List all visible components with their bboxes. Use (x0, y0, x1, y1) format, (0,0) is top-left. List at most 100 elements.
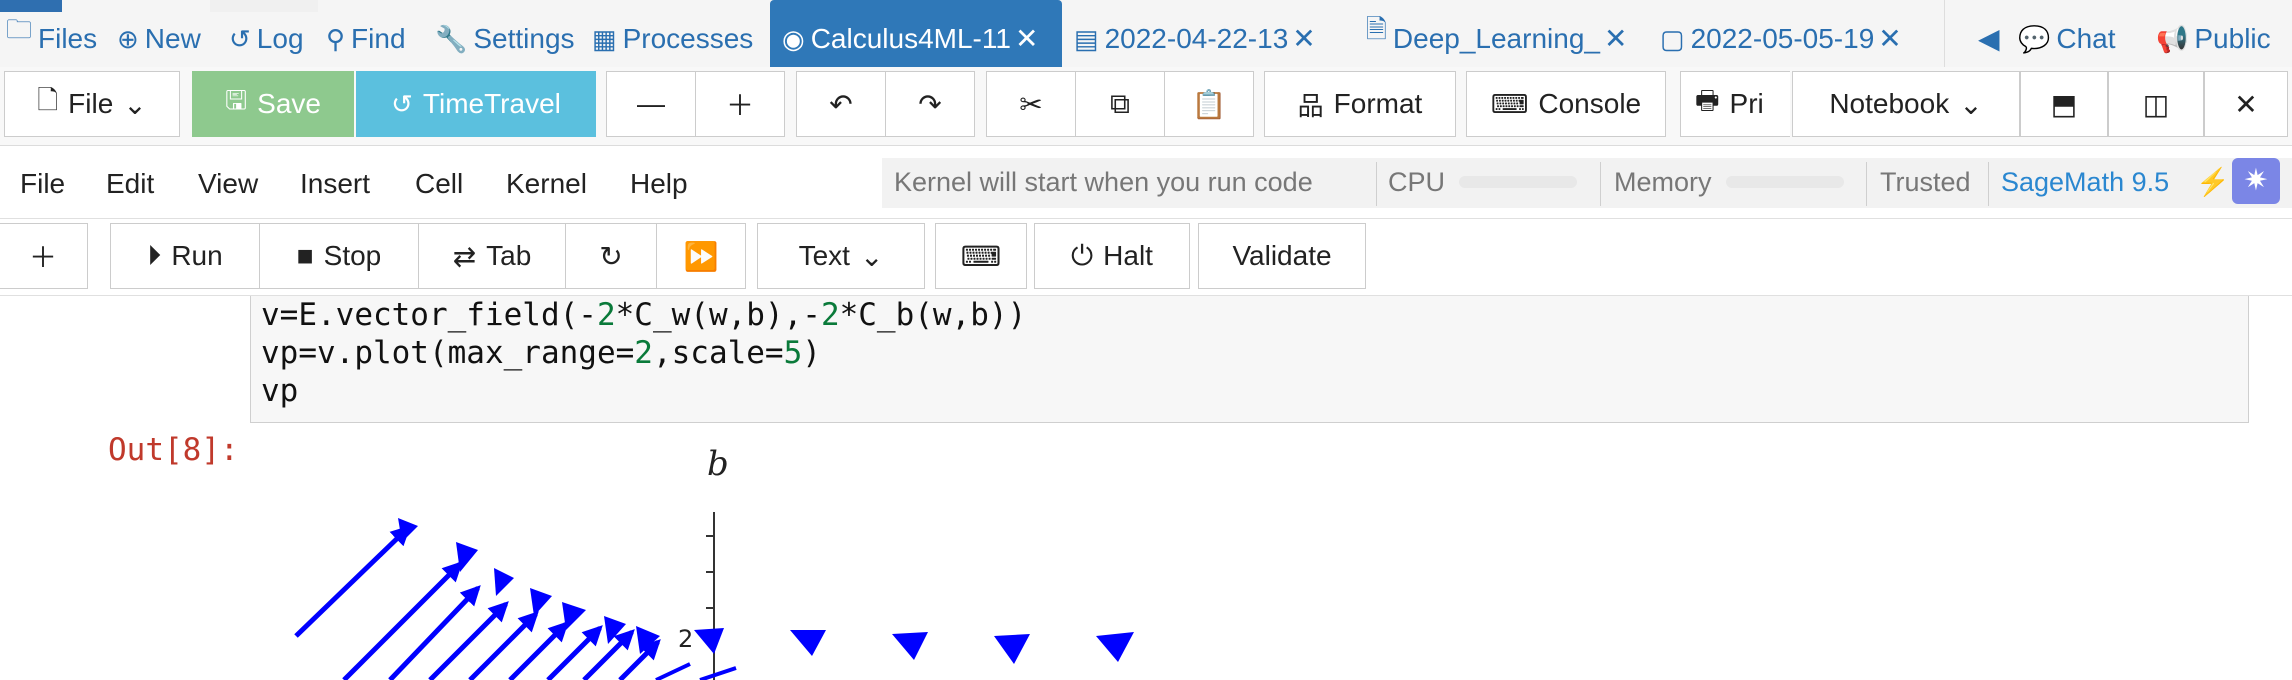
copy-button[interactable]: ⧉ (1075, 71, 1165, 137)
tab-file-1[interactable]: ▤ 2022-04-22-13 ✕ (1074, 0, 1316, 67)
timetravel-button[interactable]: ↺ TimeTravel (356, 71, 596, 137)
tab-find[interactable]: ⚲ Find (326, 0, 406, 67)
plus-icon: ＋ (28, 242, 57, 273)
tab-processes[interactable]: ▦ Processes (592, 0, 753, 67)
insert-cell-button[interactable]: ＋ (0, 223, 88, 289)
tab-file-2[interactable]: 🗎 Deep_Learning_ ✕ (1366, 0, 1627, 67)
code-token: *C_b(w,b)) (839, 297, 1027, 333)
tab-settings[interactable]: 🔧 Settings (435, 0, 575, 67)
halt-button[interactable]: ⏻ Halt (1034, 223, 1190, 289)
output-prompt: Out[8]: (108, 432, 239, 468)
code-cell-input[interactable]: v=E.vector_field(-2*C_w(w,b),-2*C_b(w,b)… (250, 296, 2249, 423)
restart-button[interactable]: ↻ (565, 223, 657, 289)
tab-processes-label: Processes (622, 23, 754, 54)
validate-button[interactable]: Validate (1198, 223, 1366, 289)
menu-help[interactable]: Help (630, 168, 688, 200)
zoom-in-button[interactable]: ＋ (695, 71, 785, 137)
close-icon[interactable]: ✕ (1292, 22, 1315, 55)
tab-file-3-label: 2022-05-05-19 (1690, 23, 1875, 54)
tab-log[interactable]: ↺ Log (229, 0, 304, 67)
kernel-name[interactable]: SageMath 9.5 (2001, 162, 2169, 202)
arrowhead (530, 588, 552, 616)
vector-field-plot: b 2 (294, 444, 1134, 680)
menu-kernel[interactable]: Kernel (506, 168, 587, 200)
trusted-status[interactable]: Trusted (1880, 162, 1971, 202)
sage-logo-icon: ✷ (2232, 158, 2280, 204)
keyboard-button[interactable]: ⌨ (935, 223, 1027, 289)
menu-edit[interactable]: Edit (106, 168, 154, 200)
run-button[interactable]: ⏵ Run (110, 223, 260, 289)
vector-arrow (655, 662, 691, 680)
paste-button[interactable]: 📋 (1164, 71, 1254, 137)
copy-icon: ⧉ (1110, 87, 1130, 119)
undo-button[interactable]: ↶ (796, 71, 886, 137)
tab-file-3[interactable]: ▢ 2022-05-05-19 ✕ (1660, 0, 1902, 67)
markdown-icon: ▤ (1074, 24, 1099, 54)
run-all-button[interactable]: ⏩ (656, 223, 746, 289)
format-button[interactable]: 品 Format (1264, 71, 1456, 137)
notebook-view-menu[interactable]: Notebook ⌄ (1792, 71, 2020, 137)
close-icon[interactable]: ✕ (1015, 22, 1038, 55)
arrowhead (398, 518, 418, 542)
pdf-icon: 🗎 (1366, 14, 1387, 44)
chat-button[interactable]: 💬 Chat (2018, 0, 2116, 67)
menu-file[interactable]: File (20, 168, 65, 200)
chat-label: Chat (2056, 23, 2116, 54)
cpu-meter: CPU (1388, 162, 1578, 202)
tab-button[interactable]: ⇄ Tab (418, 223, 566, 289)
notebook-label: Notebook (1829, 88, 1950, 119)
save-icon: 🖫 (225, 85, 248, 115)
jupyter-menu-bar: File Edit View Insert Cell Kernel Help K… (0, 146, 2292, 219)
code-number: 2 (634, 335, 653, 371)
validate-label: Validate (1232, 240, 1332, 271)
chevron-down-icon: ⌄ (123, 88, 147, 120)
zoom-out-button[interactable]: — (606, 71, 696, 137)
close-icon[interactable]: ✕ (1878, 22, 1901, 55)
cell-type-select[interactable]: Text ⌄ (757, 223, 925, 289)
tab-settings-label: Settings (473, 23, 575, 54)
memory-bar (1725, 176, 1844, 188)
tab-file-1-label: 2022-04-22-13 (1104, 23, 1289, 54)
plus-icon: ＋ (725, 90, 754, 121)
printer-icon: 🖶 (1695, 85, 1720, 115)
tab-files[interactable]: 🗀 Files (6, 0, 97, 67)
split-vertical-button[interactable]: ◫ (2108, 71, 2204, 137)
vector-arrows-lower (655, 662, 737, 680)
tab-active-notebook[interactable]: ◉ Calculus4ML-11 ✕ (770, 0, 1062, 67)
search-icon: ⚲ (326, 24, 346, 54)
menu-cell[interactable]: Cell (415, 168, 463, 200)
step-forward-icon: ⏵ (147, 239, 162, 271)
close-icon[interactable]: ✕ (1604, 22, 1627, 55)
divider (1988, 162, 1989, 206)
redo-button[interactable]: ↷ (885, 71, 975, 137)
memory-meter: Memory (1614, 162, 1844, 202)
stop-button[interactable]: ■ Stop (259, 223, 419, 289)
code-token: vp=v.plot(max_range= (261, 335, 635, 371)
format-label: Format (1333, 88, 1423, 119)
console-button[interactable]: ⌨ Console (1466, 71, 1666, 137)
tab-new[interactable]: ⊕ New (117, 0, 201, 67)
stop-icon: ■ (296, 240, 314, 271)
collapse-chat-button[interactable]: ◀ (1978, 0, 2000, 67)
tab-label: Tab (486, 240, 532, 271)
frame-toolbar: 🗋 File ⌄ 🖫 Save ↺ TimeTravel — ＋ ↶ ↷ ✂ ⧉… (0, 67, 2292, 146)
cut-button[interactable]: ✂ (986, 71, 1076, 137)
file-menu-button[interactable]: 🗋 File ⌄ (4, 71, 180, 137)
stop-label: Stop (323, 240, 382, 271)
split-horizontal-button[interactable]: ⬒ (2020, 71, 2108, 137)
paste-icon: 📋 (1191, 88, 1227, 120)
chevron-down-icon: ⌄ (859, 240, 884, 272)
plus-circle-icon: ⊕ (117, 24, 139, 54)
vector-arrow (699, 666, 737, 680)
menu-view[interactable]: View (198, 168, 258, 200)
save-button[interactable]: 🖫 Save (192, 71, 354, 137)
exchange-icon: ⇄ (452, 240, 477, 272)
close-frame-button[interactable]: ✕ (2204, 71, 2288, 137)
tab-new-label: New (144, 23, 201, 54)
divider (1376, 162, 1377, 206)
public-button[interactable]: 📢 Public (2156, 0, 2271, 67)
tab-find-label: Find (351, 23, 406, 54)
print-button[interactable]: 🖶 Pri (1680, 71, 1790, 137)
menu-insert[interactable]: Insert (300, 168, 370, 200)
tab-log-label: Log (256, 23, 304, 54)
